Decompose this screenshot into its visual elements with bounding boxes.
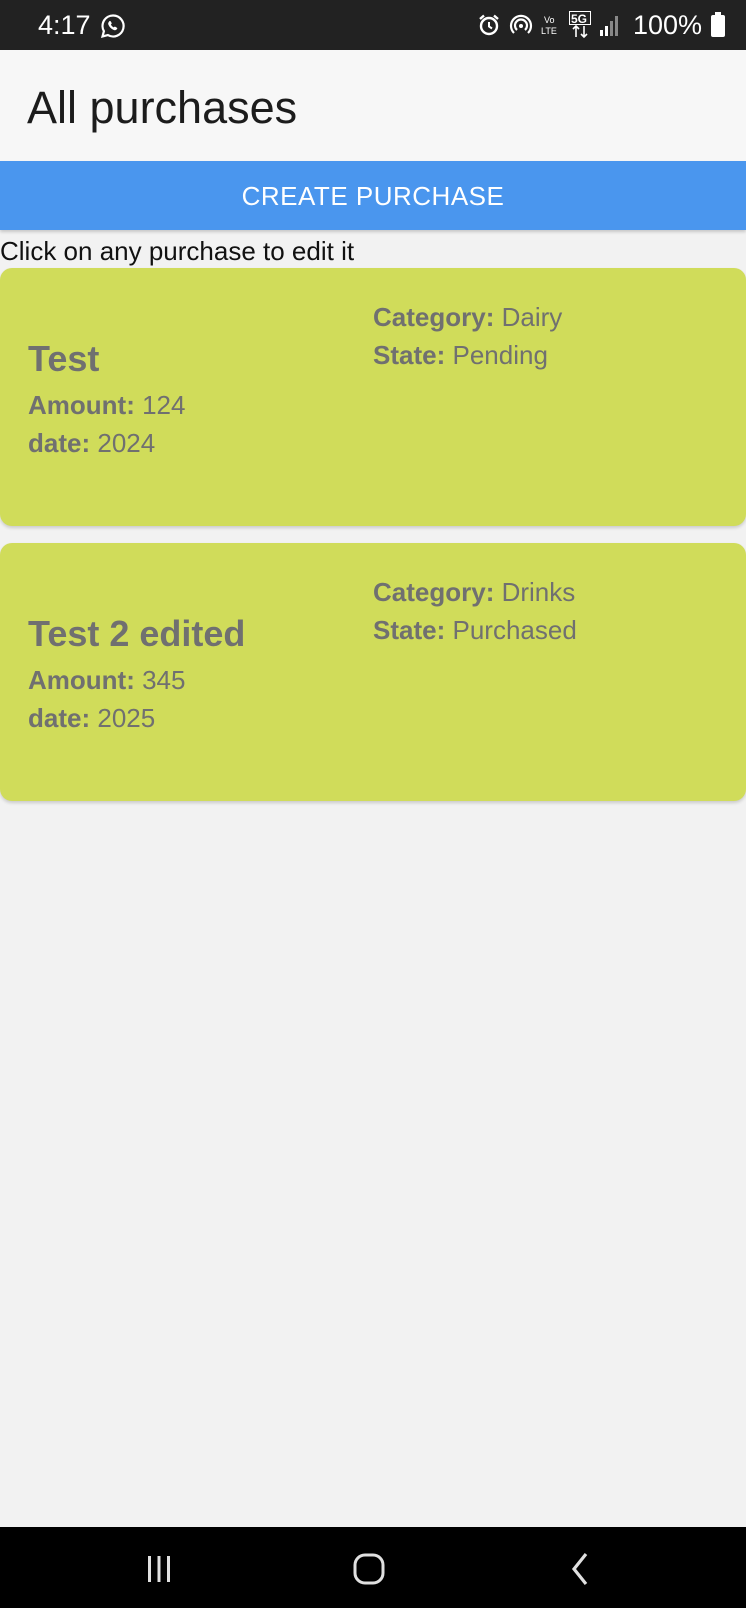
purchase-date: 2024 [97, 428, 156, 458]
purchase-amount: 124 [142, 390, 186, 420]
purchase-date-row: date: 2025 [28, 699, 245, 737]
purchase-card[interactable]: Test Amount: 124 date: 2024 Category: Da… [0, 268, 746, 526]
hint-text: Click on any purchase to edit it [0, 236, 355, 266]
purchase-state-row: State: Pending [373, 336, 562, 374]
amount-label: Amount: [28, 390, 135, 420]
page-title: All purchases [27, 82, 298, 133]
purchase-state: Purchased [452, 615, 577, 645]
state-label: State: [373, 615, 446, 645]
svg-text:LTE: LTE [541, 26, 557, 36]
status-time: 4:17 [38, 10, 91, 40]
purchase-date: 2025 [97, 703, 156, 733]
home-icon[interactable] [347, 1547, 391, 1591]
signal-icon [599, 13, 621, 37]
svg-text:Vo: Vo [544, 15, 555, 25]
purchase-name: Test [28, 338, 100, 379]
alarm-icon [477, 13, 501, 37]
purchase-main-info: Test 2 edited Amount: 345 date: 2025 [28, 613, 245, 737]
whatsapp-icon [100, 13, 126, 39]
volte-icon: Vo LTE [541, 13, 561, 37]
state-label: State: [373, 340, 446, 370]
5g-icon: 5G [568, 11, 591, 39]
hotspot-icon [509, 13, 533, 37]
date-label: date: [28, 703, 91, 733]
purchase-amount-row: Amount: 345 [28, 661, 245, 699]
battery-icon [710, 12, 726, 38]
date-label: date: [28, 428, 91, 458]
purchase-name: Test 2 edited [28, 613, 246, 654]
purchase-meta-info: Category: Dairy State: Pending [373, 298, 562, 374]
amount-label: Amount: [28, 665, 135, 695]
purchase-card[interactable]: Test 2 edited Amount: 345 date: 2025 Cat… [0, 543, 746, 801]
purchase-category-row: Category: Drinks [373, 573, 577, 611]
create-purchase-button[interactable]: CREATE PURCHASE [0, 161, 746, 230]
svg-text:5G: 5G [571, 12, 587, 26]
purchase-category: Drinks [501, 577, 576, 607]
category-label: Category: [373, 577, 495, 607]
battery-percentage: 100% [632, 10, 702, 40]
recent-apps-icon[interactable] [137, 1547, 181, 1591]
purchase-state-row: State: Purchased [373, 611, 577, 649]
purchase-amount: 345 [142, 665, 186, 695]
navigation-bar [0, 1527, 746, 1608]
back-icon[interactable] [559, 1547, 603, 1591]
purchase-date-row: date: 2024 [28, 424, 185, 462]
purchase-category: Dairy [501, 302, 563, 332]
purchase-meta-info: Category: Drinks State: Purchased [373, 573, 577, 649]
purchase-list: Test Amount: 124 date: 2024 Category: Da… [0, 268, 746, 818]
purchase-main-info: Test Amount: 124 date: 2024 [28, 338, 185, 462]
category-label: Category: [373, 302, 495, 332]
status-icons: Vo LTE 5G 100% [477, 10, 726, 40]
purchase-amount-row: Amount: 124 [28, 386, 185, 424]
app-bar: All purchases [0, 50, 746, 161]
purchase-state: Pending [452, 340, 548, 370]
status-bar: 4:17 Vo LTE 5G 100% [0, 0, 746, 50]
purchase-category-row: Category: Dairy [373, 298, 562, 336]
